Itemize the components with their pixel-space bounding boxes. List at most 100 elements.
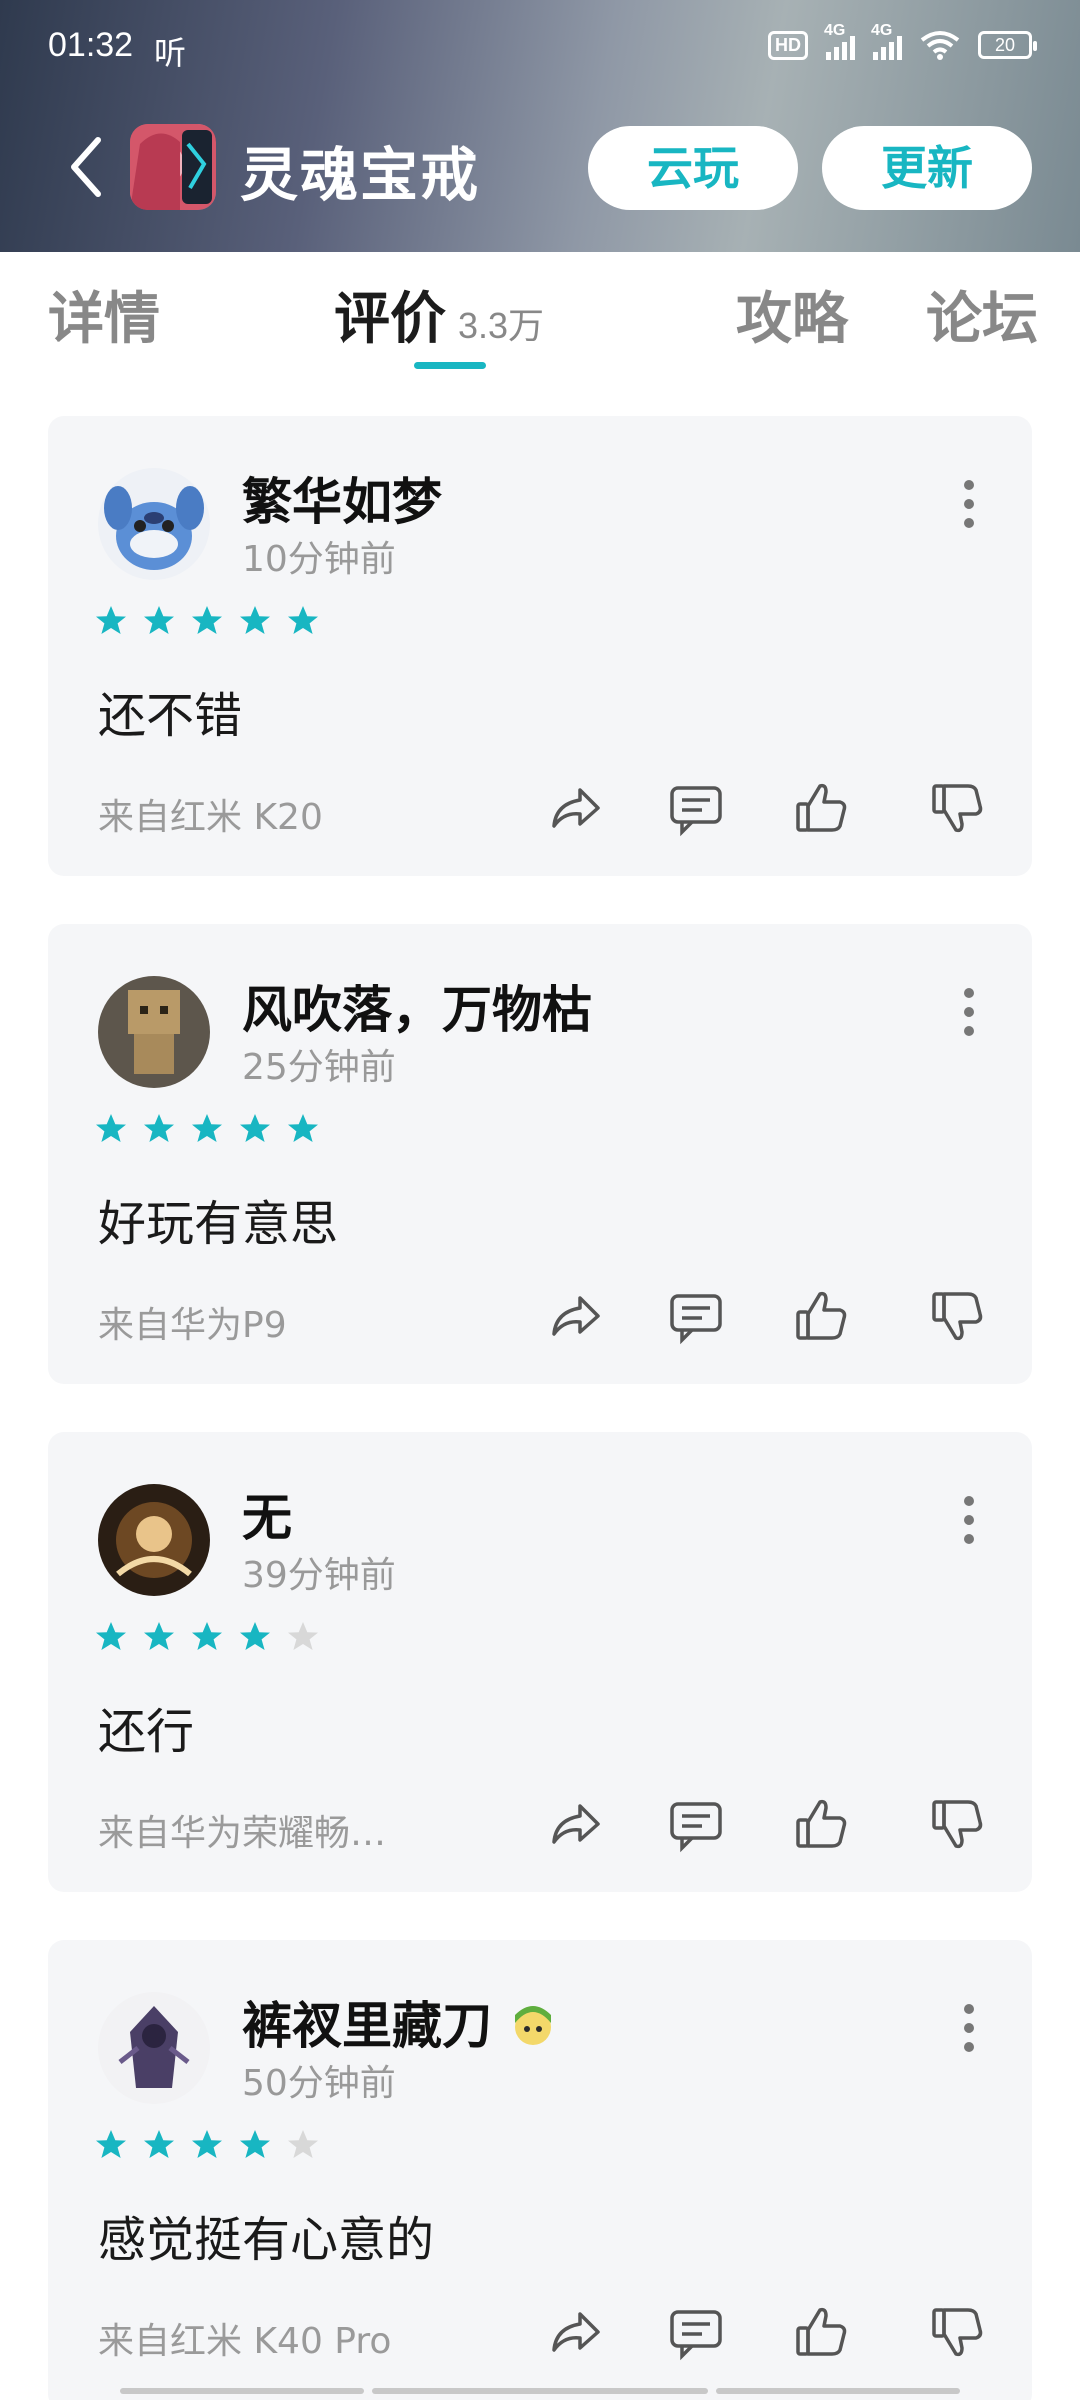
update-button[interactable]: 更新 (822, 126, 1032, 210)
star-filled-icon (192, 1622, 222, 1650)
app-title: 灵魂宝戒 (240, 141, 481, 209)
review-card[interactable]: 繁华如梦 10分钟前 还不错 来自红米 K20 (48, 416, 1032, 876)
review-content[interactable]: 还不错 (98, 676, 242, 746)
star-filled-icon (240, 606, 270, 634)
review-card[interactable]: 裤衩里藏刀 50分钟前 感觉挺有心意的 来自红米 K40 Pro (48, 1940, 1032, 2400)
back-arrow-icon[interactable] (62, 132, 112, 202)
review-username[interactable]: 裤衩里藏刀 (242, 1986, 557, 2058)
status-bar: 01:32 听 HD 4G 4G 20 (0, 0, 1080, 100)
app-icon (130, 124, 216, 210)
wifi-icon (920, 31, 960, 60)
tab-guides[interactable]: 攻略 (736, 274, 848, 355)
more-options-icon[interactable] (964, 988, 976, 1036)
star-filled-icon (96, 1114, 126, 1142)
star-filled-icon (144, 1622, 174, 1650)
thumbs-down-icon[interactable] (926, 1792, 990, 1856)
tab-bar: 详情 评价 3.3万 攻略 论坛 (0, 252, 1080, 382)
review-device: 来自华为荣耀畅… (98, 1813, 387, 1854)
share-icon[interactable] (542, 2300, 606, 2364)
star-filled-icon (240, 2130, 270, 2158)
review-username[interactable]: 无 (242, 1478, 292, 1550)
signal-icon-1: 4G (824, 22, 855, 60)
review-card[interactable]: 风吹落，万物枯 25分钟前 好玩有意思 来自华为P9 (48, 924, 1032, 1384)
thumbs-down-icon[interactable] (926, 2300, 990, 2364)
comment-icon[interactable] (664, 2300, 728, 2364)
more-options-icon[interactable] (964, 1496, 976, 1544)
more-options-icon[interactable] (964, 2004, 976, 2052)
star-filled-icon (192, 606, 222, 634)
share-icon[interactable] (542, 1792, 606, 1856)
network-label-2: 4G (871, 22, 893, 39)
hd-icon: HD (768, 30, 808, 60)
review-username[interactable]: 风吹落，万物枯 (242, 970, 592, 1042)
review-card[interactable]: 无 39分钟前 还行 来自华为荣耀畅… (48, 1432, 1032, 1892)
star-filled-icon (96, 606, 126, 634)
rating-stars (94, 604, 320, 638)
avatar[interactable] (98, 468, 210, 580)
more-options-icon[interactable] (964, 480, 976, 528)
thumbs-up-icon[interactable] (790, 1284, 854, 1348)
user-badge-icon (515, 2006, 552, 2045)
avatar[interactable] (98, 976, 210, 1088)
app-header: 01:32 听 HD 4G 4G 20 灵魂宝戒 云玩 更新 (0, 0, 1080, 252)
scroll-indicator (372, 2388, 708, 2394)
star-empty-icon (288, 1622, 318, 1650)
review-actions (542, 776, 992, 840)
tab-forum[interactable]: 论坛 (926, 274, 1038, 355)
share-icon[interactable] (542, 1284, 606, 1348)
thumbs-up-icon[interactable] (790, 1792, 854, 1856)
review-time: 50分钟前 (242, 2063, 396, 2104)
star-filled-icon (144, 2130, 174, 2158)
review-content[interactable]: 感觉挺有心意的 (98, 2200, 434, 2270)
tab-guides-label: 攻略 (736, 286, 848, 352)
star-filled-icon (288, 606, 318, 634)
thumbs-down-icon[interactable] (926, 776, 990, 840)
star-filled-icon (288, 1114, 318, 1142)
avatar[interactable] (98, 1992, 210, 2104)
cloud-play-button[interactable]: 云玩 (588, 126, 798, 210)
comment-icon[interactable] (664, 1284, 728, 1348)
review-time: 39分钟前 (242, 1555, 396, 1596)
review-content[interactable]: 好玩有意思 (98, 1184, 338, 1254)
star-filled-icon (240, 1114, 270, 1142)
scroll-indicator (120, 2388, 364, 2394)
active-tab-indicator (414, 362, 486, 369)
thumbs-up-icon[interactable] (790, 2300, 854, 2364)
tab-details[interactable]: 详情 (48, 274, 160, 355)
share-icon[interactable] (542, 776, 606, 840)
star-filled-icon (192, 1114, 222, 1142)
star-filled-icon (192, 2130, 222, 2158)
status-icons: HD 4G 4G 20 (768, 22, 1037, 60)
star-filled-icon (144, 606, 174, 634)
star-filled-icon (144, 1114, 174, 1142)
review-actions (542, 1792, 992, 1856)
tab-reviews[interactable]: 评价 3.3万 (334, 274, 544, 355)
rating-stars (94, 2128, 320, 2162)
tab-reviews-label: 评价 (334, 286, 446, 352)
rating-stars (94, 1620, 320, 1654)
network-label-1: 4G (824, 22, 846, 39)
comment-icon[interactable] (664, 776, 728, 840)
review-device: 来自华为P9 (98, 1305, 287, 1346)
star-filled-icon (240, 1622, 270, 1650)
review-count: 3.3万 (458, 305, 545, 346)
review-device: 来自红米 K40 Pro (98, 2321, 392, 2362)
battery-icon: 20 (978, 31, 1037, 59)
thumbs-down-icon[interactable] (926, 1284, 990, 1348)
rating-stars (94, 1112, 320, 1146)
review-actions (542, 2300, 992, 2364)
thumbs-up-icon[interactable] (790, 776, 854, 840)
signal-icon-2: 4G (871, 22, 902, 60)
scroll-indicator (716, 2388, 960, 2394)
review-username[interactable]: 繁华如梦 (242, 462, 442, 534)
review-time: 25分钟前 (242, 1047, 396, 1088)
avatar[interactable] (98, 1484, 210, 1596)
review-device: 来自红米 K20 (98, 797, 323, 838)
status-time: 01:32 (48, 26, 134, 64)
tab-details-label: 详情 (48, 286, 160, 352)
star-filled-icon (96, 1622, 126, 1650)
app-screen: 01:32 听 HD 4G 4G 20 灵魂宝戒 云玩 更新 详情 评价 3.3… (0, 0, 1080, 2400)
review-content[interactable]: 还行 (98, 1692, 194, 1762)
star-filled-icon (96, 2130, 126, 2158)
comment-icon[interactable] (664, 1792, 728, 1856)
